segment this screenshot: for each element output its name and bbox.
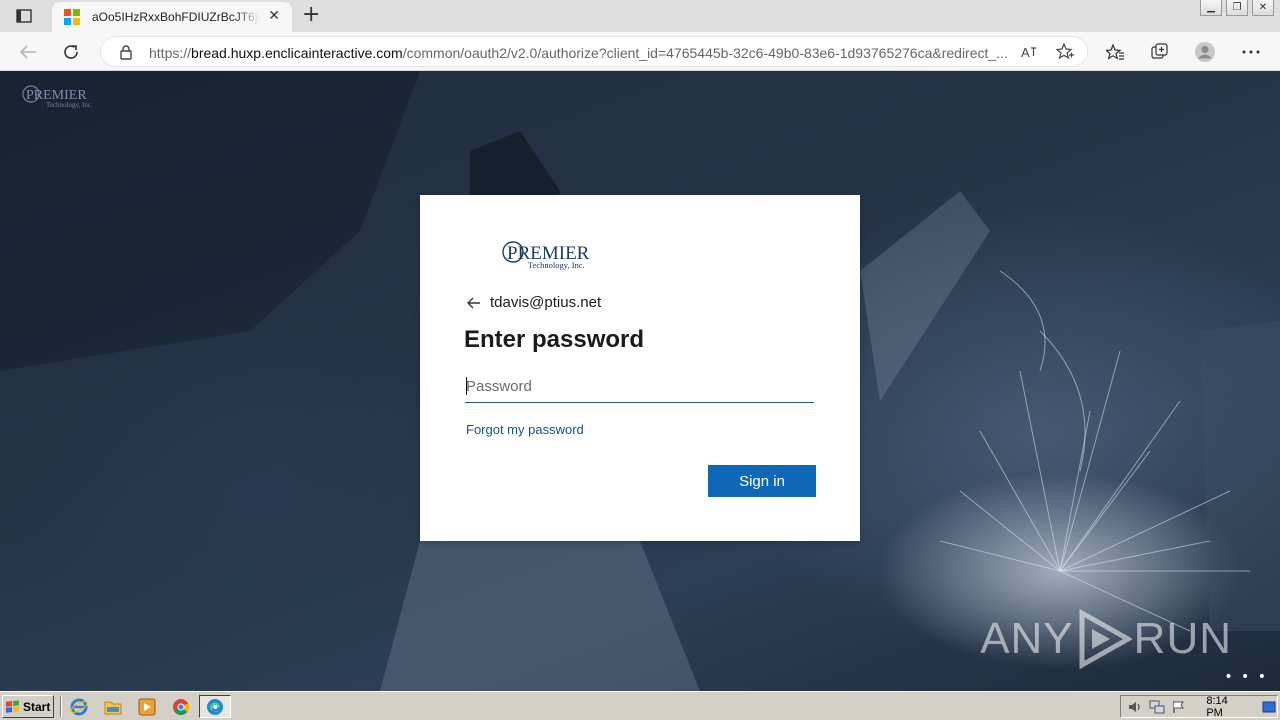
lock-icon[interactable] bbox=[118, 44, 134, 60]
url-path: /common/oauth2/v2.0/authorize?client_id=… bbox=[402, 45, 1008, 61]
page-title: Enter password bbox=[464, 326, 645, 353]
refresh-icon[interactable] bbox=[60, 41, 82, 63]
close-tab-icon[interactable]: ✕ bbox=[268, 8, 280, 24]
collections-icon[interactable] bbox=[1149, 41, 1171, 63]
back-arrow-icon[interactable] bbox=[466, 295, 482, 311]
tab-actions-icon[interactable] bbox=[10, 6, 38, 26]
network-icon[interactable] bbox=[1149, 699, 1165, 715]
browser-toolbar: https://bread.huxp.enclicainteractive.co… bbox=[0, 32, 1280, 71]
new-tab-icon[interactable]: + bbox=[302, 4, 320, 26]
show-desktop-icon[interactable] bbox=[1262, 699, 1277, 715]
microsoft-logo-icon bbox=[64, 9, 80, 25]
taskbar-clock[interactable]: 8:14 PM bbox=[1206, 695, 1245, 719]
window-controls: ▁ ❐ ✕ bbox=[1200, 0, 1274, 16]
file-explorer-icon[interactable] bbox=[103, 697, 123, 717]
favorites-icon[interactable] bbox=[1104, 41, 1126, 63]
start-label: Start bbox=[23, 699, 51, 714]
url-host: bread.huxp.enclicainteractive.com bbox=[191, 45, 403, 61]
identity-banner: tdavis@ptius.net bbox=[466, 294, 601, 311]
volume-icon[interactable] bbox=[1127, 699, 1143, 715]
play-triangle-icon bbox=[1079, 609, 1132, 669]
profile-avatar-icon[interactable] bbox=[1194, 41, 1216, 63]
internet-explorer-icon[interactable] bbox=[69, 697, 89, 717]
action-center-flag-icon[interactable] bbox=[1171, 699, 1186, 715]
anyrun-watermark: ANY RUN bbox=[980, 609, 1232, 669]
text-caret bbox=[466, 377, 467, 395]
browser-tab-active[interactable]: aOo5IHzRxxBohFDIUZrBcJT6jwh ✕ bbox=[52, 2, 292, 32]
chrome-icon[interactable] bbox=[171, 697, 191, 717]
add-favorite-icon[interactable] bbox=[1056, 43, 1074, 61]
corner-brand-logo: PREMIER Technology, Inc. bbox=[22, 83, 102, 113]
windows-flag-icon bbox=[6, 699, 20, 713]
watermark-right: RUN bbox=[1133, 614, 1232, 663]
password-input[interactable] bbox=[465, 370, 814, 403]
premier-logo: PREMIER Technology, Inc. bbox=[502, 239, 598, 275]
sign-in-card: PREMIER Technology, Inc. tdavis@ptius.ne… bbox=[420, 195, 860, 541]
tab-title: aOo5IHzRxxBohFDIUZrBcJT6jwh bbox=[92, 10, 260, 24]
system-tray: 8:14 PM bbox=[1120, 695, 1278, 719]
media-player-icon[interactable] bbox=[137, 697, 157, 717]
address-url[interactable]: https://bread.huxp.enclicainteractive.co… bbox=[149, 45, 1015, 61]
close-window-icon[interactable]: ✕ bbox=[1252, 0, 1274, 16]
url-scheme: https:// bbox=[149, 45, 192, 61]
watermark-left: ANY bbox=[980, 614, 1074, 663]
browser-tab-bar: aOo5IHzRxxBohFDIUZrBcJT6jwh ✕ + ▁ ❐ ✕ bbox=[0, 0, 1280, 32]
edge-icon[interactable] bbox=[205, 697, 225, 717]
minimize-icon[interactable]: ▁ bbox=[1200, 0, 1222, 16]
more-options-icon[interactable]: • • • bbox=[1224, 669, 1268, 685]
read-aloud-icon[interactable]: A bbox=[1020, 43, 1038, 61]
address-bar[interactable]: https://bread.huxp.enclicainteractive.co… bbox=[100, 36, 1088, 67]
corner-brand-sub: Technology, Inc. bbox=[46, 101, 93, 109]
login-page-background: PREMIER Technology, Inc. PREMIER Technol… bbox=[0, 71, 1280, 691]
svg-text:A: A bbox=[1021, 45, 1030, 60]
taskbar-separator bbox=[60, 696, 62, 717]
forgot-password-link[interactable]: Forgot my password bbox=[466, 422, 584, 437]
settings-more-icon[interactable] bbox=[1240, 41, 1262, 63]
start-button[interactable]: Start bbox=[2, 695, 54, 718]
restore-icon[interactable]: ❐ bbox=[1226, 0, 1248, 16]
card-brand-sub: Technology, Inc. bbox=[528, 260, 585, 270]
account-email: tdavis@ptius.net bbox=[490, 294, 602, 311]
sign-in-button[interactable]: Sign in bbox=[708, 465, 816, 497]
windows-taskbar: Start 8:14 PM bbox=[0, 691, 1280, 720]
back-icon[interactable] bbox=[17, 41, 39, 63]
